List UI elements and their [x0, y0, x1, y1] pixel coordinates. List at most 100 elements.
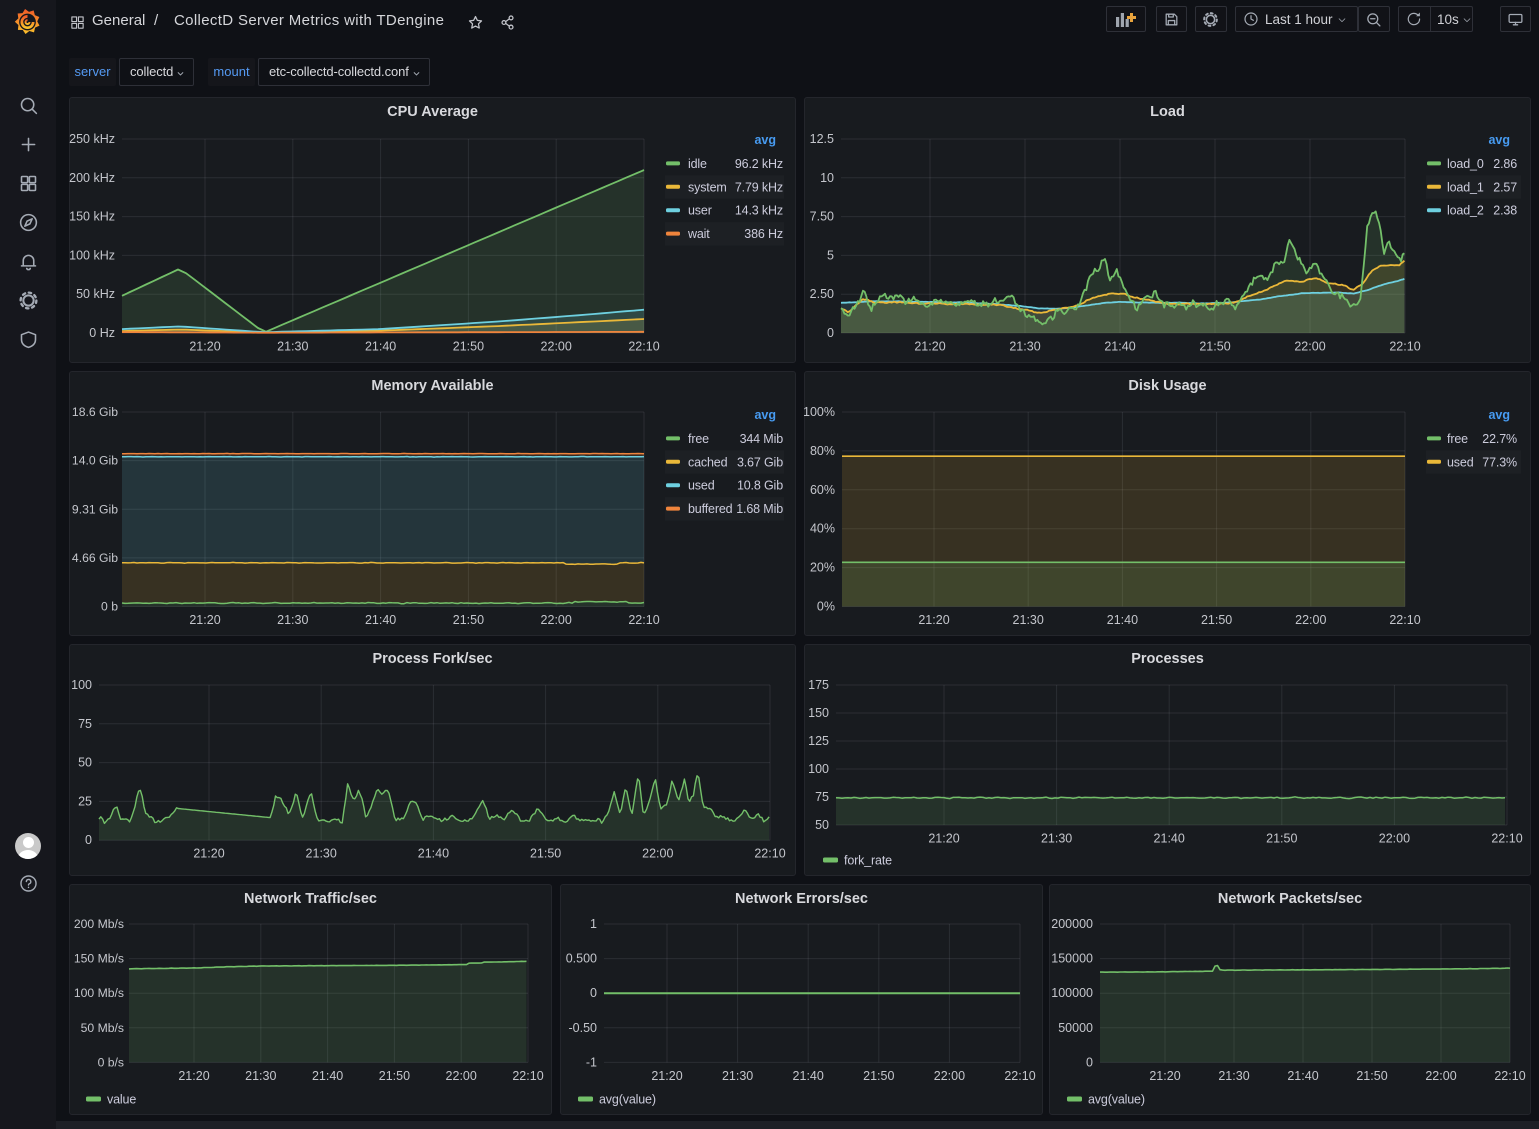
svg-text:22:10: 22:10 [1004, 1069, 1035, 1083]
svg-text:3.67 Gib: 3.67 Gib [737, 455, 783, 469]
svg-text:60%: 60% [810, 483, 835, 497]
svg-text:40%: 40% [810, 522, 835, 536]
svg-text:22:00: 22:00 [1295, 613, 1326, 627]
svg-text:21:20: 21:20 [178, 1069, 209, 1083]
svg-text:22:00: 22:00 [1425, 1069, 1456, 1083]
svg-text:load_2: load_2 [1447, 204, 1484, 218]
svg-text:18.6 Gib: 18.6 Gib [72, 405, 118, 419]
svg-text:Network Traffic/sec: Network Traffic/sec [244, 891, 377, 907]
svg-text:value: value [107, 1093, 136, 1107]
svg-text:2.57: 2.57 [1493, 180, 1517, 194]
svg-text:Process Fork/sec: Process Fork/sec [372, 651, 492, 667]
svg-text:75: 75 [78, 717, 92, 731]
svg-text:Load: Load [1150, 104, 1185, 120]
svg-text:21:30: 21:30 [1009, 340, 1040, 354]
svg-text:21:30: 21:30 [1218, 1069, 1249, 1083]
svg-text:21:40: 21:40 [312, 1069, 343, 1083]
svg-text:150 kHz: 150 kHz [69, 210, 115, 224]
svg-text:7.50: 7.50 [810, 210, 834, 224]
svg-text:22:10: 22:10 [1389, 340, 1420, 354]
svg-text:cached: cached [688, 455, 728, 469]
svg-text:-0.50: -0.50 [569, 1021, 598, 1035]
svg-text:21:40: 21:40 [365, 613, 396, 627]
svg-text:100000: 100000 [1051, 986, 1093, 1000]
svg-text:50 Mb/s: 50 Mb/s [81, 1021, 124, 1035]
svg-text:0: 0 [827, 326, 834, 340]
svg-text:50000: 50000 [1058, 1021, 1093, 1035]
svg-text:avg: avg [754, 408, 776, 422]
svg-text:21:50: 21:50 [1356, 1069, 1387, 1083]
svg-text:21:50: 21:50 [1201, 613, 1232, 627]
svg-text:50: 50 [815, 818, 829, 832]
svg-text:22:10: 22:10 [512, 1069, 543, 1083]
svg-text:21:50: 21:50 [379, 1069, 410, 1083]
svg-text:21:50: 21:50 [530, 847, 561, 861]
svg-text:buffered: buffered [688, 502, 733, 516]
svg-text:150 Mb/s: 150 Mb/s [74, 952, 124, 966]
svg-text:21:20: 21:20 [651, 1069, 682, 1083]
svg-text:21:30: 21:30 [277, 340, 308, 354]
svg-text:21:20: 21:20 [928, 832, 959, 846]
svg-text:10.8 Gib: 10.8 Gib [737, 479, 783, 493]
svg-text:user: user [688, 204, 712, 218]
svg-text:21:40: 21:40 [793, 1069, 824, 1083]
svg-text:Processes: Processes [1131, 651, 1204, 667]
svg-text:1: 1 [590, 917, 597, 931]
svg-text:200 Mb/s: 200 Mb/s [74, 917, 124, 931]
svg-text:load_1: load_1 [1447, 180, 1484, 194]
svg-text:21:20: 21:20 [1149, 1069, 1180, 1083]
svg-text:21:30: 21:30 [277, 613, 308, 627]
svg-text:100%: 100% [804, 405, 835, 419]
svg-text:used: used [688, 479, 715, 493]
svg-text:-1: -1 [586, 1055, 597, 1069]
svg-text:96.2 kHz: 96.2 kHz [735, 157, 783, 171]
svg-text:0 Hz: 0 Hz [89, 326, 115, 340]
svg-text:Disk Usage: Disk Usage [1128, 378, 1206, 394]
svg-text:200000: 200000 [1051, 917, 1093, 931]
svg-text:150: 150 [808, 706, 829, 720]
svg-text:0 b: 0 b [101, 600, 118, 614]
svg-text:0.500: 0.500 [566, 952, 597, 966]
svg-text:0 b/s: 0 b/s [98, 1055, 124, 1069]
svg-text:22:00: 22:00 [934, 1069, 965, 1083]
svg-text:21:40: 21:40 [1287, 1069, 1318, 1083]
svg-text:22:10: 22:10 [1389, 613, 1420, 627]
svg-text:21:30: 21:30 [1013, 613, 1044, 627]
svg-text:21:50: 21:50 [863, 1069, 894, 1083]
svg-text:1.68 Mib: 1.68 Mib [736, 502, 783, 516]
svg-text:344 Mib: 344 Mib [740, 432, 784, 446]
svg-text:50 kHz: 50 kHz [76, 287, 115, 301]
svg-text:21:20: 21:20 [193, 847, 224, 861]
svg-text:22:10: 22:10 [628, 340, 659, 354]
svg-text:22:00: 22:00 [541, 340, 572, 354]
svg-text:21:40: 21:40 [418, 847, 449, 861]
svg-text:2.38: 2.38 [1493, 204, 1517, 218]
svg-text:21:20: 21:20 [189, 613, 220, 627]
svg-text:idle: idle [688, 157, 707, 171]
svg-text:14.0 Gib: 14.0 Gib [72, 454, 118, 468]
svg-text:21:30: 21:30 [1041, 832, 1072, 846]
svg-text:14.3 kHz: 14.3 kHz [735, 204, 783, 218]
svg-text:21:50: 21:50 [453, 340, 484, 354]
svg-text:21:40: 21:40 [1154, 832, 1185, 846]
svg-text:22:00: 22:00 [541, 613, 572, 627]
svg-text:5: 5 [827, 248, 834, 262]
svg-text:20%: 20% [810, 561, 835, 575]
svg-text:21:50: 21:50 [453, 613, 484, 627]
svg-text:Network Packets/sec: Network Packets/sec [1218, 891, 1362, 907]
svg-text:150000: 150000 [1051, 952, 1093, 966]
svg-text:load_0: load_0 [1447, 157, 1484, 171]
svg-text:21:30: 21:30 [722, 1069, 753, 1083]
svg-text:Memory Available: Memory Available [371, 378, 493, 394]
svg-text:22:00: 22:00 [1294, 340, 1325, 354]
svg-text:0: 0 [1086, 1055, 1093, 1069]
svg-text:21:20: 21:20 [918, 613, 949, 627]
svg-text:50: 50 [78, 756, 92, 770]
svg-text:avg(value): avg(value) [1088, 1093, 1145, 1107]
svg-text:0%: 0% [817, 600, 835, 614]
svg-text:free: free [688, 432, 709, 446]
svg-text:2.86: 2.86 [1493, 157, 1517, 171]
svg-text:22.7%: 22.7% [1482, 432, 1517, 446]
svg-text:22:10: 22:10 [1494, 1069, 1525, 1083]
svg-text:avg: avg [754, 133, 776, 147]
